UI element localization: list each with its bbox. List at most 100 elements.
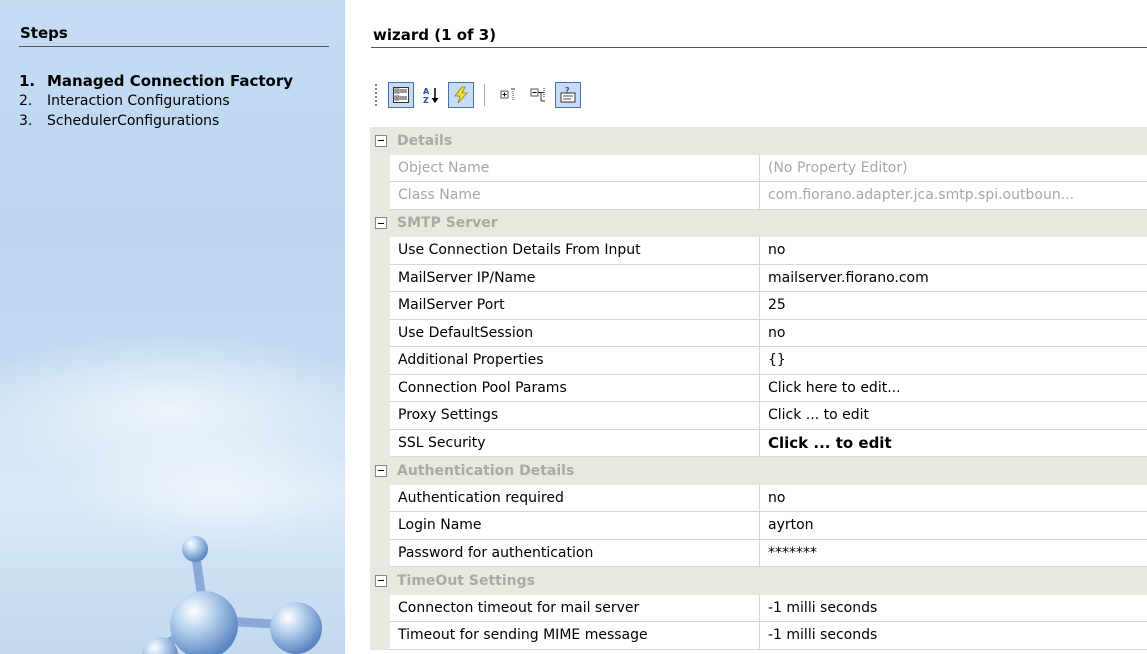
property-value[interactable]: ******* [760, 540, 1147, 567]
expand-all-icon [500, 88, 515, 100]
steps-panel: Steps 1. Managed Connection Factory 2. Inte… [0, 0, 345, 654]
property-name[interactable]: SSL Security [390, 429, 760, 457]
category-header[interactable]: TimeOut Settings [370, 567, 1147, 595]
category-header[interactable]: Details [370, 127, 1147, 155]
property-value[interactable]: Click ... to edit [760, 402, 1147, 430]
category-label: TimeOut Settings [397, 572, 535, 589]
toolbar-grip[interactable] [374, 83, 378, 107]
collapse-icon[interactable] [375, 134, 387, 147]
alphabetical-sort-button[interactable]: A Z [418, 82, 444, 108]
events-lightning-icon [454, 86, 468, 104]
property-name[interactable]: Use Connection Details From Input [390, 237, 760, 265]
wizard-title: wizard (1 of 3) [373, 26, 497, 44]
category-header[interactable]: SMTP Server [370, 209, 1147, 237]
step-item[interactable]: 3. SchedulerConfigurations [19, 111, 329, 131]
property-grid-toolbar: A Z ? [374, 78, 581, 112]
collapse-all-button[interactable] [525, 82, 551, 108]
steps-title: Steps [20, 24, 68, 42]
property-name[interactable]: MailServer Port [390, 292, 760, 320]
step-label: Interaction Configurations [47, 93, 230, 109]
categorized-icon [393, 87, 409, 103]
row-gutter [370, 484, 390, 512]
row-gutter [370, 539, 390, 567]
property-value[interactable]: com.fiorano.adapter.jca.smtp.spi.outboun… [760, 182, 1147, 210]
description-button[interactable]: ? [555, 82, 581, 108]
property-value[interactable]: mailserver.fiorano.com [760, 265, 1147, 292]
svg-text:?: ? [565, 86, 570, 95]
property-value[interactable]: no [760, 485, 1147, 512]
property-name[interactable]: MailServer IP/Name [390, 264, 760, 292]
property-name[interactable]: Password for authentication [390, 539, 760, 567]
row-gutter [370, 512, 390, 540]
row-gutter [370, 374, 390, 402]
property-value[interactable]: 25 [760, 292, 1147, 320]
property-row[interactable]: Authentication required no [370, 484, 1147, 512]
category-label: SMTP Server [397, 215, 498, 232]
property-row[interactable]: MailServer Port 25 [370, 292, 1147, 320]
property-row[interactable]: Timeout for sending MIME message -1 milli… [370, 622, 1147, 650]
row-gutter [370, 237, 390, 265]
toolbar-separator [484, 84, 485, 106]
row-gutter [370, 594, 390, 622]
step-number: 1. [19, 72, 36, 90]
row-gutter [370, 402, 390, 430]
wizard-divider [371, 47, 1147, 48]
property-grid: Details Object Name (No Property Editor) Cl… [370, 127, 1147, 650]
step-label: Managed Connection Factory [47, 72, 294, 90]
property-value[interactable]: ayrton [760, 512, 1147, 540]
property-row[interactable]: Class Name com.fiorano.adapter.jca.smtp.s… [370, 182, 1147, 210]
property-row[interactable]: Password for authentication ******* [370, 539, 1147, 567]
events-button[interactable] [448, 82, 474, 108]
property-row[interactable]: Use Connection Details From Input no [370, 237, 1147, 265]
property-name[interactable]: Timeout for sending MIME message [390, 622, 760, 650]
property-value[interactable]: -1 milli seconds [760, 622, 1147, 650]
steps-divider [19, 46, 329, 47]
property-row[interactable]: Additional Properties{} [370, 347, 1147, 375]
collapse-icon[interactable] [375, 217, 387, 230]
categorized-button[interactable] [388, 82, 414, 108]
collapse-icon[interactable] [375, 574, 387, 587]
property-name[interactable]: Connecton timeout for mail server [390, 594, 760, 622]
property-row[interactable]: Connection Pool Params Click here to edit… [370, 374, 1147, 402]
property-value[interactable]: Click ... to edit [760, 430, 1147, 457]
collapse-icon[interactable] [375, 464, 387, 477]
row-gutter [370, 347, 390, 375]
step-number: 2. [19, 93, 33, 109]
step-item[interactable]: 1. Managed Connection Factory [19, 71, 329, 91]
property-name[interactable]: Login Name [390, 512, 760, 540]
expand-all-button[interactable] [495, 82, 521, 108]
property-row[interactable]: Object Name (No Property Editor) [370, 154, 1147, 182]
row-gutter [370, 264, 390, 292]
property-row[interactable]: Login Name ayrton [370, 512, 1147, 540]
property-name[interactable]: Connection Pool Params [390, 374, 760, 402]
property-value[interactable]: no [760, 320, 1147, 347]
row-gutter [370, 182, 390, 210]
alphabetical-sort-icon: A Z [423, 87, 439, 104]
property-value[interactable]: (No Property Editor) [760, 155, 1147, 182]
property-row[interactable]: Proxy Settings Click ... to edit [370, 402, 1147, 430]
property-row[interactable]: SSL Security Click ... to edit [370, 429, 1147, 457]
property-name[interactable]: Proxy Settings [390, 402, 760, 430]
property-name[interactable]: Class Name [390, 182, 760, 210]
property-name[interactable]: Additional Properties [390, 347, 760, 375]
property-name[interactable]: Use DefaultSession [390, 319, 760, 347]
property-row[interactable]: Connecton timeout for mail server -1 mill… [370, 594, 1147, 622]
row-gutter [370, 319, 390, 347]
category-label: Details [397, 132, 453, 149]
property-name[interactable]: Authentication required [390, 484, 760, 512]
property-value[interactable]: -1 milli seconds [760, 595, 1147, 622]
svg-text:A: A [423, 87, 430, 96]
property-name[interactable]: Object Name [390, 154, 760, 182]
row-gutter [370, 154, 390, 182]
property-value[interactable]: no [760, 237, 1147, 265]
category-label: Authentication Details [397, 462, 575, 479]
property-value[interactable]: Click here to edit... [760, 375, 1147, 402]
step-label: SchedulerConfigurations [47, 113, 220, 129]
property-value[interactable]: {} [760, 347, 1147, 375]
property-row[interactable]: Use DefaultSession no [370, 319, 1147, 347]
category-header[interactable]: Authentication Details [370, 457, 1147, 485]
step-item[interactable]: 2. Interaction Configurations [19, 91, 329, 111]
svg-text:Z: Z [423, 96, 429, 104]
step-number: 3. [19, 113, 33, 129]
property-row[interactable]: MailServer IP/Name mailserver.fiorano.com [370, 264, 1147, 292]
